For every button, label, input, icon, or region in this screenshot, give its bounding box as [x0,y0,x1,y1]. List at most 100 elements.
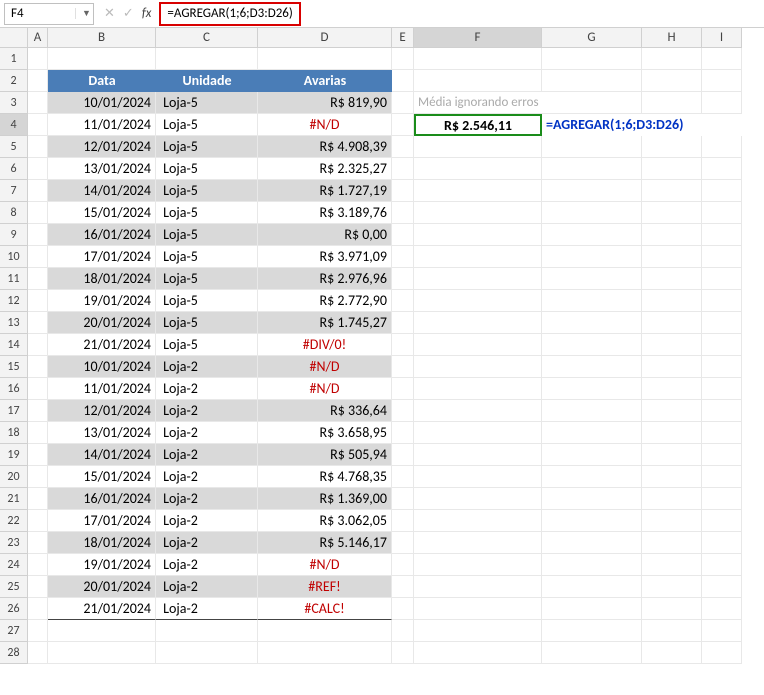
cell-empty[interactable] [642,202,702,224]
cell-A24[interactable] [28,554,48,576]
cell-A11[interactable] [28,268,48,290]
cell-empty[interactable] [258,48,392,70]
cell-empty[interactable] [642,356,702,378]
cell-data[interactable]: 15/01/2024 [48,466,156,488]
cell-empty[interactable] [542,444,642,466]
cell-empty[interactable] [414,598,542,620]
cell-empty[interactable] [414,488,542,510]
cell-empty[interactable] [48,48,156,70]
cell-empty[interactable] [542,224,642,246]
cell-empty[interactable] [392,532,414,554]
cell-empty[interactable] [542,334,642,356]
cell-empty[interactable] [642,224,702,246]
cell-empty[interactable] [392,202,414,224]
cell-avarias[interactable]: #N/D [258,554,392,576]
cell-empty[interactable] [542,136,642,158]
cell-avarias[interactable]: R$ 3.189,76 [258,202,392,224]
row-head-3[interactable]: 3 [0,92,28,114]
cell-avarias[interactable]: R$ 505,94 [258,444,392,466]
cell-unidade[interactable]: Loja-5 [156,92,258,114]
cell-empty[interactable] [542,510,642,532]
cell-A17[interactable] [28,400,48,422]
cell-avarias[interactable]: #CALC! [258,598,392,620]
row-head-19[interactable]: 19 [0,444,28,466]
cell-empty[interactable] [642,290,702,312]
cell-data[interactable]: 15/01/2024 [48,202,156,224]
cell-avarias[interactable]: R$ 0,00 [258,224,392,246]
cell-empty[interactable] [702,92,742,114]
cell-empty[interactable] [642,158,702,180]
cell-empty[interactable] [392,224,414,246]
cell-A21[interactable] [28,488,48,510]
cell-A18[interactable] [28,422,48,444]
cell-unidade[interactable]: Loja-2 [156,422,258,444]
cell-data[interactable]: 21/01/2024 [48,334,156,356]
cell-empty[interactable] [414,334,542,356]
cell-empty[interactable] [642,598,702,620]
cell-empty[interactable] [702,576,742,598]
cell-empty[interactable] [156,620,258,642]
cell-empty[interactable] [414,422,542,444]
cell-avarias[interactable]: R$ 4.768,35 [258,466,392,488]
row-head-23[interactable]: 23 [0,532,28,554]
cell-empty[interactable] [414,532,542,554]
cell-empty[interactable] [642,268,702,290]
cell-empty[interactable] [702,290,742,312]
cell-empty[interactable] [702,532,742,554]
cell-empty[interactable] [542,532,642,554]
cell-avarias[interactable]: R$ 1.369,00 [258,488,392,510]
cell-empty[interactable] [542,466,642,488]
cell-empty[interactable] [414,70,542,92]
cell-data[interactable]: 14/01/2024 [48,180,156,202]
cell-empty[interactable] [392,48,414,70]
cell-empty[interactable] [414,290,542,312]
cell-empty[interactable] [642,554,702,576]
cell-empty[interactable] [542,158,642,180]
cell-empty[interactable] [414,202,542,224]
cell-empty[interactable] [702,312,742,334]
cell-empty[interactable] [414,510,542,532]
cell-empty[interactable] [414,400,542,422]
cell-empty[interactable] [48,620,156,642]
col-head-G[interactable]: G [542,28,642,48]
cell-data[interactable]: 16/01/2024 [48,224,156,246]
row-head-28[interactable]: 28 [0,642,28,664]
result-cell[interactable]: R$ 2.546,11 [414,114,542,136]
select-all-corner[interactable] [0,28,28,48]
cell-empty[interactable] [702,158,742,180]
cancel-icon[interactable]: ✕ [104,6,115,21]
cell-empty[interactable] [392,422,414,444]
cell-unidade[interactable]: Loja-5 [156,268,258,290]
row-head-13[interactable]: 13 [0,312,28,334]
cell-data[interactable]: 13/01/2024 [48,422,156,444]
cell-A7[interactable] [28,180,48,202]
row-head-7[interactable]: 7 [0,180,28,202]
cell-empty[interactable] [702,246,742,268]
cell-empty[interactable] [642,246,702,268]
row-head-26[interactable]: 26 [0,598,28,620]
cell-empty[interactable] [642,378,702,400]
cell-A3[interactable] [28,92,48,114]
cell-empty[interactable] [542,180,642,202]
cell-data[interactable]: 18/01/2024 [48,268,156,290]
cell-unidade[interactable]: Loja-2 [156,488,258,510]
cell-empty[interactable] [392,510,414,532]
cell-empty[interactable] [28,642,48,664]
cell-data[interactable]: 17/01/2024 [48,246,156,268]
cell-empty[interactable] [258,620,392,642]
fx-icon[interactable]: fx [142,6,152,21]
cell-empty[interactable] [702,268,742,290]
cell-unidade[interactable]: Loja-2 [156,400,258,422]
cell-empty[interactable] [542,312,642,334]
cell-unidade[interactable]: Loja-2 [156,444,258,466]
cell-empty[interactable] [414,268,542,290]
cell-empty[interactable] [642,576,702,598]
cell-avarias[interactable]: R$ 3.062,05 [258,510,392,532]
cell-empty[interactable] [642,400,702,422]
row-head-2[interactable]: 2 [0,70,28,92]
cell-avarias[interactable]: R$ 1.727,19 [258,180,392,202]
cell-unidade[interactable]: Loja-5 [156,246,258,268]
row-head-24[interactable]: 24 [0,554,28,576]
cell-unidade[interactable]: Loja-5 [156,202,258,224]
cell-A5[interactable] [28,136,48,158]
